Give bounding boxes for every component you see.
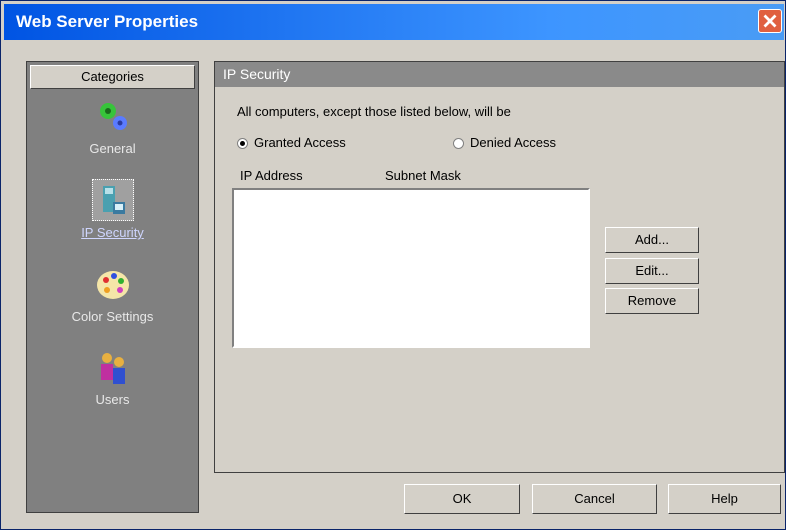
categories-panel: Categories General IP Security Color Set…: [26, 61, 199, 513]
sidebar-item-label: Users: [95, 392, 130, 407]
title-bar[interactable]: Web Server Properties: [4, 4, 784, 40]
panel-title: IP Security: [215, 62, 784, 87]
access-description: All computers, except those listed below…: [237, 104, 511, 119]
sidebar-item-color-settings[interactable]: Color Settings: [27, 265, 198, 324]
denied-access-radio[interactable]: Denied Access: [453, 135, 556, 150]
sidebar-item-general[interactable]: General: [27, 97, 198, 156]
sidebar-item-label: Color Settings: [71, 309, 154, 324]
granted-access-radio[interactable]: Granted Access: [237, 135, 346, 150]
remove-button[interactable]: Remove: [605, 288, 699, 314]
ok-button[interactable]: OK: [404, 484, 520, 514]
ip-security-panel: IP Security All computers, except those …: [214, 61, 785, 473]
ip-address-list[interactable]: [232, 188, 590, 348]
sidebar-item-label: General: [89, 141, 136, 156]
close-button[interactable]: [758, 9, 782, 33]
general-gears-icon: [93, 97, 133, 137]
ip-address-column-header[interactable]: IP Address: [240, 168, 303, 183]
sidebar-item-ip-security[interactable]: IP Security: [27, 179, 198, 240]
categories-header: Categories: [30, 65, 195, 89]
radio-checked-icon: [237, 138, 248, 150]
properties-dialog: Web Server Properties Categories General…: [0, 0, 786, 530]
denied-access-label: Denied Access: [470, 135, 556, 150]
add-button[interactable]: Add...: [605, 227, 699, 253]
sidebar-item-users[interactable]: Users: [27, 348, 198, 407]
close-icon: [763, 14, 777, 28]
subnet-mask-column-header[interactable]: Subnet Mask: [385, 168, 461, 183]
ip-security-icon: [91, 179, 134, 221]
palette-icon: [93, 265, 133, 305]
window-title: Web Server Properties: [16, 12, 199, 31]
sidebar-item-label: IP Security: [81, 225, 144, 240]
edit-button[interactable]: Edit...: [605, 258, 699, 284]
radio-unchecked-icon: [453, 138, 464, 150]
users-icon: [93, 348, 133, 388]
help-button[interactable]: Help: [668, 484, 781, 514]
cancel-button[interactable]: Cancel: [532, 484, 657, 514]
granted-access-label: Granted Access: [254, 135, 346, 150]
